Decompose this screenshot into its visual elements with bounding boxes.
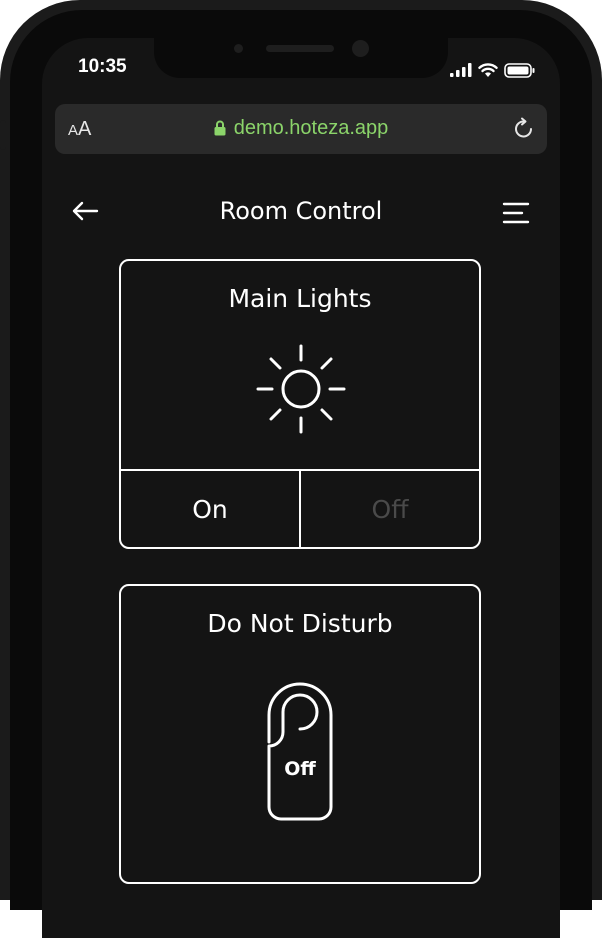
sensor-dot: [234, 44, 243, 53]
status-icons: [450, 60, 536, 80]
address-bar[interactable]: AA demo.hoteza.app: [55, 104, 547, 154]
main-lights-card: Main Lights On Off: [119, 259, 481, 549]
lights-toggle: On Off: [121, 469, 479, 547]
lock-icon: [214, 120, 226, 136]
status-time: 10:35: [78, 56, 127, 77]
wifi-icon: [478, 62, 498, 77]
top-nav: Room Control: [42, 196, 560, 236]
lights-off-button[interactable]: Off: [299, 471, 479, 547]
page-title: Room Control: [219, 197, 383, 225]
main-lights-title: Main Lights: [228, 284, 372, 313]
battery-icon: [504, 62, 535, 78]
do-not-disturb-card[interactable]: Do Not Disturb Off: [119, 584, 481, 884]
sun-icon: [256, 344, 346, 434]
dnd-state-label: Off: [284, 758, 316, 780]
menu-icon[interactable]: [502, 202, 530, 224]
notch: [154, 38, 448, 78]
url-display[interactable]: demo.hoteza.app: [55, 117, 547, 140]
front-camera: [352, 40, 369, 57]
lights-on-button[interactable]: On: [121, 471, 299, 547]
speaker-grille: [266, 45, 334, 52]
phone-side-button: [0, 120, 6, 150]
signal-icon: [450, 63, 472, 77]
do-not-disturb-title: Do Not Disturb: [207, 609, 393, 638]
door-hanger-icon: [267, 682, 333, 821]
reload-icon[interactable]: [511, 116, 537, 142]
phone-screen: 10:35 AA demo.hoteza.app Room Control Ma…: [42, 38, 560, 938]
url-text: demo.hoteza.app: [233, 117, 389, 139]
